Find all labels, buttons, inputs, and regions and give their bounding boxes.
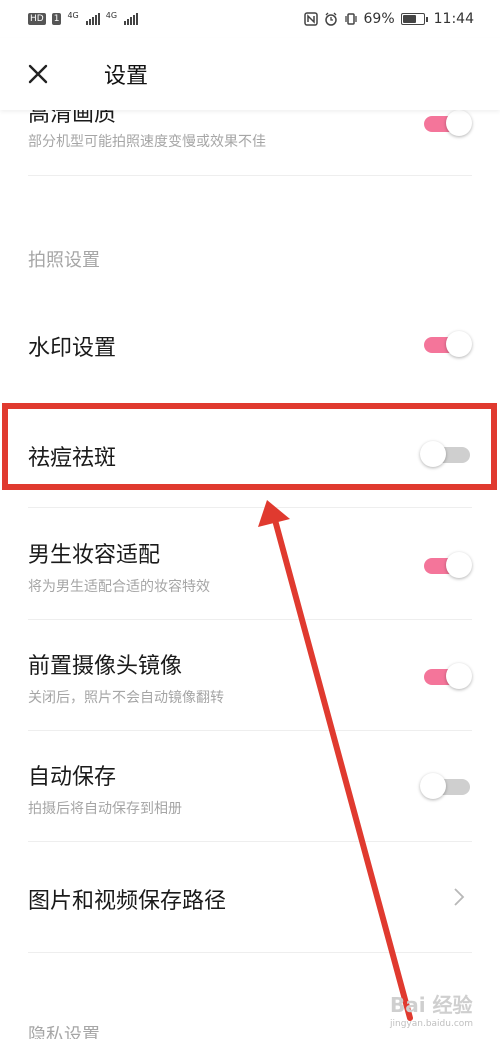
item-title: 男生妆容适配: [28, 543, 161, 568]
auto-save-toggle[interactable]: [420, 773, 472, 799]
watermark-toggle[interactable]: [420, 331, 472, 357]
settings-list: 高清画质 部分机型可能拍照速度变慢或效果不佳 拍照设置 水印设置 祛痘祛斑 男生…: [0, 110, 500, 1039]
divider: [28, 507, 472, 508]
list-item-front-mirror[interactable]: 前置摄像头镜像 关闭后，照片不会自动镜像翻转: [0, 620, 500, 730]
item-subtitle: 将为男生适配合适的妆容特效: [28, 579, 210, 595]
signal-icon: [85, 13, 100, 25]
list-item-male-makeup[interactable]: 男生妆容适配 将为男生适配合适的妆容特效: [0, 510, 500, 620]
chevron-right-icon: [454, 888, 465, 906]
section-header-photo: 拍照设置: [28, 250, 100, 271]
clock: 11:44: [433, 11, 474, 27]
watermark: Bai 经验 jingyan.baidu.com: [390, 985, 500, 1039]
list-item-save-path[interactable]: 图片和视频保存路径: [0, 842, 500, 952]
network-label-1: 4G: [67, 10, 79, 20]
close-button[interactable]: [24, 60, 52, 88]
list-item-auto-save[interactable]: 自动保存 拍摄后将自动保存到相册: [0, 731, 500, 841]
signal-icon-2: [124, 13, 139, 25]
section-header-privacy: 隐私设置: [28, 1025, 100, 1039]
sim-number: 1: [51, 13, 62, 25]
list-item-hd-quality: 高清画质 部分机型可能拍照速度变慢或效果不佳: [0, 110, 500, 176]
male-makeup-toggle[interactable]: [420, 552, 472, 578]
item-title: 图片和视频保存路径: [28, 889, 227, 914]
watermark-sub: jingyan.baidu.com: [390, 1019, 474, 1029]
hd-quality-toggle[interactable]: [420, 110, 472, 136]
divider: [28, 175, 472, 176]
item-subtitle: 关闭后，照片不会自动镜像翻转: [28, 690, 224, 706]
list-item-watermark[interactable]: 水印设置: [0, 300, 500, 388]
item-title: 高清画质: [28, 110, 117, 127]
divider: [28, 952, 472, 953]
alarm-icon: [324, 12, 337, 26]
item-subtitle: 部分机型可能拍照速度变慢或效果不佳: [28, 134, 266, 150]
highlight-box: [2, 403, 497, 490]
item-title: 前置摄像头镜像: [28, 654, 183, 679]
front-mirror-toggle[interactable]: [420, 663, 472, 689]
item-title: 自动保存: [28, 765, 117, 790]
page-title: 设置: [104, 64, 149, 89]
item-title: 水印设置: [28, 336, 117, 361]
battery-icon: [400, 13, 428, 25]
vibrate-icon: [344, 13, 357, 25]
nfc-icon: [303, 12, 318, 26]
close-icon: [28, 64, 48, 84]
watermark-text: Bai 经验: [390, 993, 473, 1017]
status-bar: HD 1 4G 4G 69% 11:44: [0, 0, 500, 38]
hd-badge: HD: [28, 13, 46, 25]
network-label-2: 4G: [105, 10, 118, 20]
header: 设置: [0, 38, 500, 110]
battery-percent: 69%: [363, 11, 395, 27]
status-left: HD 1 4G 4G: [28, 10, 139, 25]
item-subtitle: 拍摄后将自动保存到相册: [28, 801, 182, 817]
status-right: 69% 11:44: [303, 11, 474, 27]
